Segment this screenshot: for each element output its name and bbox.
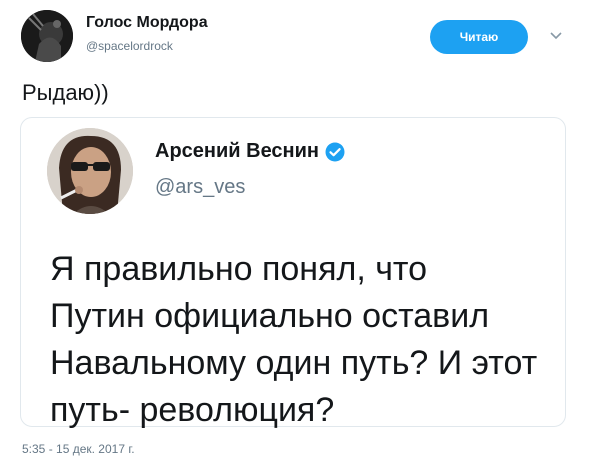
tweet-timestamp[interactable]: 5:35 - 15 дек. 2017 г.: [22, 442, 135, 456]
quoted-author-name[interactable]: Арсений Веснин: [155, 140, 319, 163]
quoted-text-line: путь- революция?: [50, 391, 335, 429]
follow-button[interactable]: Читаю: [430, 20, 528, 54]
quoted-author-name-row[interactable]: Арсений Веснин: [155, 140, 345, 163]
quoted-text-line: Я правильно понял, что: [50, 250, 428, 288]
chevron-down-icon[interactable]: [549, 28, 563, 42]
quoted-text-line: Путин официально оставил: [50, 297, 490, 335]
verified-badge-icon: [325, 142, 345, 161]
author-handle[interactable]: @spacelordrock: [86, 39, 173, 53]
tweet-text: Рыдаю)): [22, 80, 109, 105]
quoted-tweet-text: Я правильно понял, что Путин официально …: [50, 246, 555, 434]
avatar-image: [21, 10, 73, 62]
author-name[interactable]: Голос Мордора: [86, 14, 208, 32]
avatar-image: [47, 128, 133, 214]
quoted-author-handle[interactable]: @ars_ves: [155, 176, 245, 199]
author-avatar[interactable]: [21, 10, 73, 62]
quoted-author-avatar[interactable]: [47, 128, 133, 214]
quoted-text-line: Навальному один путь? И этот: [50, 344, 538, 382]
